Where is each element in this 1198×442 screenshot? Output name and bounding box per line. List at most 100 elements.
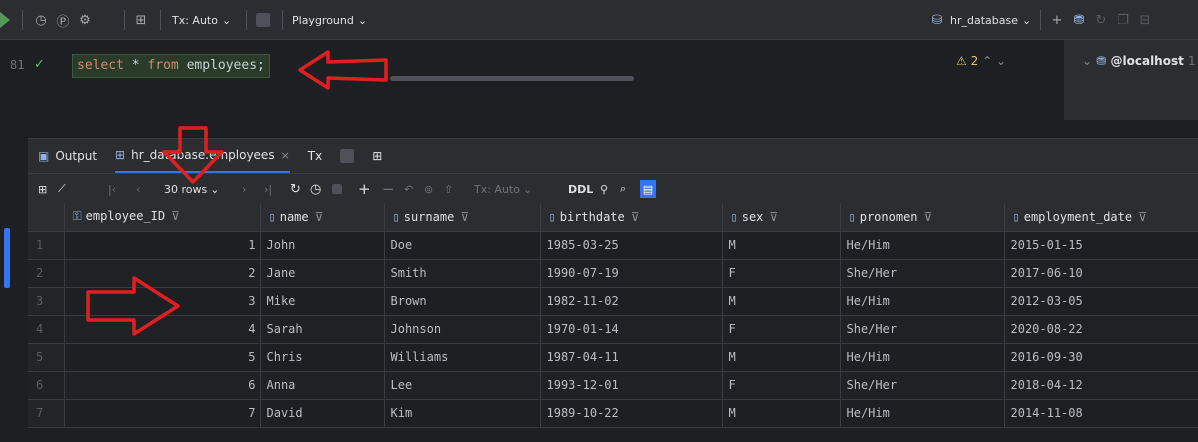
- cell-name[interactable]: Sarah: [260, 315, 385, 344]
- cell-name[interactable]: Jane: [260, 259, 385, 288]
- inspection-widget[interactable]: ⚠ 2 ⌃ ⌄: [956, 54, 1006, 68]
- table-row[interactable]: 2 2 Jane Smith 1990-07-19 F She/Her 2017-06-10: [28, 259, 1198, 288]
- column-header-4[interactable]: ▯ sex ⊽: [722, 203, 841, 232]
- table-row[interactable]: 3 3 Mike Brown 1982-11-02 M He/Him 2012-03-05: [28, 287, 1198, 316]
- cell-surname[interactable]: Kim: [384, 399, 541, 428]
- cell-sex[interactable]: M: [722, 343, 841, 372]
- close-icon[interactable]: ×: [281, 149, 290, 162]
- add-row-icon[interactable]: +: [358, 180, 371, 198]
- column-filter-icon[interactable]: ⊽: [460, 210, 469, 224]
- tab-output[interactable]: ▣ Output: [38, 149, 97, 163]
- cell-employment_date[interactable]: 2016-09-30: [1004, 343, 1198, 372]
- cell-pronomen[interactable]: He/Him: [840, 399, 1005, 428]
- horizontal-scrollbar[interactable]: [390, 76, 634, 81]
- cell-sex[interactable]: M: [722, 287, 841, 316]
- filter-icon[interactable]: ⊟: [1136, 11, 1154, 29]
- pin-icon[interactable]: Ⓟ: [54, 11, 72, 30]
- chevron-up-icon[interactable]: ⌃: [982, 54, 992, 68]
- table-row[interactable]: 6 6 Anna Lee 1993-12-01 F She/Her 2018-04-12: [28, 371, 1198, 400]
- cell-birthdate[interactable]: 1970-01-14: [540, 315, 723, 344]
- cell-birthdate[interactable]: 1982-11-02: [540, 287, 723, 316]
- cell-employment_date[interactable]: 2014-11-08: [1004, 399, 1198, 428]
- pin-icon[interactable]: ⚲: [600, 180, 608, 198]
- database-dropdown[interactable]: ⛁ hr_database ⌄: [928, 10, 1032, 30]
- cell-birthdate[interactable]: 1985-03-25: [540, 231, 723, 260]
- datasource-item[interactable]: ⌄ ⛃ @localhost 1: [1082, 54, 1196, 68]
- column-filter-icon[interactable]: ⊽: [1138, 210, 1147, 224]
- refresh-icon[interactable]: ↻: [1092, 11, 1110, 29]
- column-filter-icon[interactable]: ⊽: [315, 210, 324, 224]
- cell-pronomen[interactable]: She/Her: [840, 371, 1005, 400]
- column-header-5[interactable]: ▯ pronomen ⊽: [840, 203, 1005, 232]
- cell-name[interactable]: John: [260, 231, 385, 260]
- table-row[interactable]: 5 5 Chris Williams 1987-04-11 M He/Him 2016-09-…: [28, 343, 1198, 372]
- chart-view-icon[interactable]: ⟋: [58, 180, 66, 198]
- cell-sex[interactable]: F: [722, 259, 841, 288]
- cell-name[interactable]: David: [260, 399, 385, 428]
- cell-employment_date[interactable]: 2020-08-22: [1004, 315, 1198, 344]
- revert-icon[interactable]: ↶: [404, 180, 413, 198]
- rows-count-dropdown[interactable]: 30 rows ⌄: [164, 180, 219, 198]
- stop-icon[interactable]: [256, 13, 270, 27]
- next-page-icon[interactable]: ›: [242, 180, 246, 198]
- column-header-2[interactable]: ▯ surname ⊽: [384, 203, 541, 232]
- preview-icon[interactable]: ⊚: [424, 180, 433, 198]
- cell-id[interactable]: 4: [64, 315, 261, 344]
- tab-layout[interactable]: ⊞: [372, 149, 382, 163]
- tab-employees[interactable]: ⊞ hr_database.employees ×: [115, 139, 290, 173]
- cell-id[interactable]: 3: [64, 287, 261, 316]
- delete-row-icon[interactable]: −: [382, 180, 395, 198]
- prev-page-icon[interactable]: ‹: [136, 180, 140, 198]
- chevron-down-icon[interactable]: ⌄: [996, 54, 1006, 68]
- table-row[interactable]: 1 1 John Doe 1985-03-25 M He/Him 2015-01-15: [28, 231, 1198, 260]
- tx-mode-dropdown[interactable]: Tx: Auto ⌄: [172, 10, 231, 30]
- cell-surname[interactable]: Brown: [384, 287, 541, 316]
- cell-id[interactable]: 5: [64, 343, 261, 372]
- table-row[interactable]: 7 7 David Kim 1989-10-22 M He/Him 2014-11-08: [28, 399, 1198, 428]
- cell-employment_date[interactable]: 2012-03-05: [1004, 287, 1198, 316]
- first-page-icon[interactable]: |‹: [108, 180, 116, 198]
- run-icon[interactable]: [0, 12, 10, 28]
- settings-icon[interactable]: ⚙: [76, 11, 94, 29]
- column-header-3[interactable]: ▯ birthdate ⊽: [540, 203, 723, 232]
- cell-pronomen[interactable]: He/Him: [840, 343, 1005, 372]
- cell-sex[interactable]: F: [722, 315, 841, 344]
- tx-mode-dropdown[interactable]: Tx: Auto ⌄: [474, 180, 532, 198]
- column-header-1[interactable]: ▯ name ⊽: [260, 203, 385, 232]
- cell-pronomen[interactable]: She/Her: [840, 315, 1005, 344]
- cell-surname[interactable]: Smith: [384, 259, 541, 288]
- last-page-icon[interactable]: ›|: [264, 180, 272, 198]
- reload-icon[interactable]: ↻: [290, 180, 301, 198]
- copy-icon[interactable]: ❐: [1114, 11, 1132, 29]
- cell-surname[interactable]: Lee: [384, 371, 541, 400]
- cell-id[interactable]: 7: [64, 399, 261, 428]
- cell-birthdate[interactable]: 1987-04-11: [540, 343, 723, 372]
- datasource-icon[interactable]: ⛃: [1070, 11, 1088, 29]
- table-icon[interactable]: ⊞: [132, 11, 150, 29]
- cell-pronomen[interactable]: She/Her: [840, 259, 1005, 288]
- add-icon[interactable]: +: [1048, 11, 1066, 29]
- cell-name[interactable]: Anna: [260, 371, 385, 400]
- cell-id[interactable]: 1: [64, 231, 261, 260]
- cell-surname[interactable]: Williams: [384, 343, 541, 372]
- cell-sex[interactable]: M: [722, 231, 841, 260]
- ddl-button[interactable]: DDL: [568, 180, 593, 198]
- column-filter-icon[interactable]: ⊽: [631, 210, 640, 224]
- cell-birthdate[interactable]: 1989-10-22: [540, 399, 723, 428]
- cell-birthdate[interactable]: 1993-12-01: [540, 371, 723, 400]
- cell-pronomen[interactable]: He/Him: [840, 231, 1005, 260]
- cell-name[interactable]: Mike: [260, 287, 385, 316]
- column-header-0[interactable]: ⚿ employee_ID ⊽: [64, 203, 261, 232]
- clock-icon[interactable]: ◷: [310, 180, 321, 198]
- cell-surname[interactable]: Doe: [384, 231, 541, 260]
- cell-id[interactable]: 6: [64, 371, 261, 400]
- cell-pronomen[interactable]: He/Him: [840, 287, 1005, 316]
- tab-stop[interactable]: [340, 149, 355, 163]
- stop-icon[interactable]: [332, 180, 342, 198]
- cell-sex[interactable]: M: [722, 399, 841, 428]
- tab-tx[interactable]: Tx: [308, 149, 322, 163]
- submit-icon[interactable]: ⇧: [444, 180, 453, 198]
- cell-birthdate[interactable]: 1990-07-19: [540, 259, 723, 288]
- cell-employment_date[interactable]: 2015-01-15: [1004, 231, 1198, 260]
- column-filter-icon[interactable]: ⊽: [769, 210, 778, 224]
